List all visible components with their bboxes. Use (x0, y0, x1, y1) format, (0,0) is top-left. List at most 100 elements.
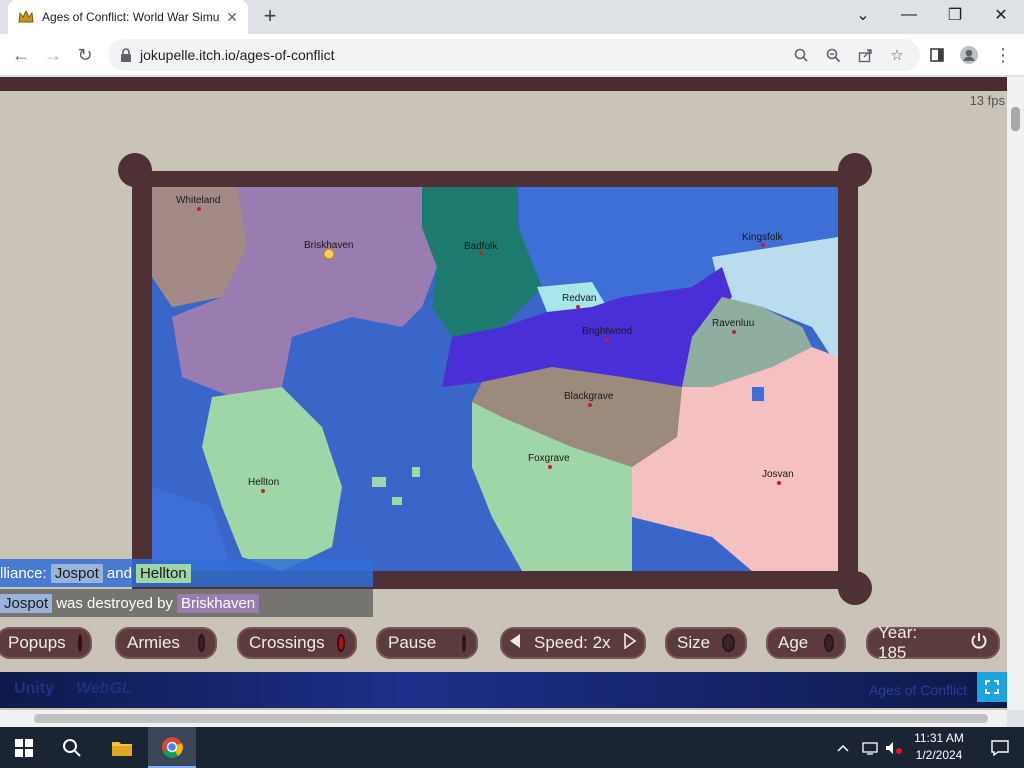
clock-date: 1/2/2024 (915, 748, 963, 762)
age-toggle[interactable]: Age (766, 627, 846, 659)
network-icon[interactable] (858, 727, 882, 768)
popups-indicator (77, 634, 82, 652)
armies-toggle[interactable]: Armies (115, 627, 217, 659)
speed-label: Speed: 2x (534, 633, 611, 652)
crown-icon (18, 9, 34, 25)
chrome-taskbar-icon[interactable] (148, 727, 196, 768)
browser-toolbar: ← → ↻ jokupelle.itch.io/ages-of-conflict… (0, 34, 1024, 76)
webgl-logo: WebGL (76, 680, 132, 697)
city-dot[interactable] (197, 207, 201, 211)
crossings-toggle[interactable]: Crossings (237, 627, 357, 659)
back-button[interactable]: ← (8, 42, 34, 68)
city-label: Whiteland (176, 195, 220, 206)
island (372, 477, 386, 487)
size-label: Size (677, 633, 711, 652)
speed-increase-icon[interactable] (623, 631, 637, 654)
pause-indicator (462, 634, 467, 652)
frame-knob-tl (118, 153, 152, 187)
city-dot[interactable] (605, 338, 609, 342)
city-label: Ravenluu (712, 318, 754, 329)
city-label: Badfolk (464, 241, 498, 252)
city-label: Blackgrave (564, 391, 614, 402)
url-text: jokupelle.itch.io/ages-of-conflict (140, 47, 335, 63)
file-explorer-icon[interactable] (98, 727, 146, 768)
nation-tag[interactable]: Briskhaven (176, 593, 260, 613)
world-map[interactable]: Whiteland Briskhaven Badfolk Kingsfolk R… (152, 187, 838, 571)
restore-button[interactable]: ❐ (932, 0, 978, 30)
vertical-scrollbar[interactable] (1007, 77, 1024, 710)
speed-decrease-icon[interactable] (508, 633, 522, 654)
nation-tag[interactable]: Jospot (0, 593, 53, 613)
city-dot[interactable] (588, 403, 592, 407)
unity-footer: Unity WebGL Ages of Conflict (0, 672, 1007, 708)
browser-tab[interactable]: Ages of Conflict: World War Simu ✕ (8, 0, 248, 34)
tab-title: Ages of Conflict: World War Simu (42, 10, 220, 24)
map-svg[interactable]: Whiteland Briskhaven Badfolk Kingsfolk R… (152, 187, 838, 571)
frame-left (132, 171, 152, 589)
nation-tag[interactable]: Jospot (50, 563, 103, 583)
age-label: Age (778, 633, 809, 652)
profile-avatar[interactable] (956, 42, 982, 68)
clock-time: 11:31 AM (914, 731, 964, 745)
minimize-button[interactable]: — (886, 0, 932, 30)
notifications-icon[interactable] (976, 727, 1024, 768)
size-toggle[interactable]: Size (665, 627, 747, 659)
popups-toggle[interactable]: Popups (0, 627, 92, 659)
tab-search-icon[interactable]: ⌄ (840, 0, 886, 30)
game-name-footer: Ages of Conflict (868, 682, 967, 698)
search-taskbar-icon[interactable] (48, 727, 96, 768)
unity-logo: Unity (14, 680, 54, 697)
windows-taskbar: 11:31 AM 1/2/2024 (0, 727, 1024, 768)
city-label: Redvan (562, 293, 596, 304)
map-frame: Whiteland Briskhaven Badfolk Kingsfolk R… (118, 153, 872, 605)
game-canvas[interactable]: 13 fps Whiteland Briskhaven Badfolk King… (0, 77, 1007, 710)
pause-toggle[interactable]: Pause (376, 627, 478, 659)
city-label: Brightwood (582, 326, 632, 337)
lake (752, 387, 764, 401)
side-panel-icon[interactable] (924, 42, 950, 68)
fullscreen-icon[interactable] (977, 672, 1007, 702)
city-dot[interactable] (761, 243, 765, 247)
frame-right (838, 171, 858, 589)
armies-label: Armies (127, 633, 180, 652)
vertical-scroll-thumb[interactable] (1011, 107, 1020, 131)
city-dot[interactable] (261, 489, 265, 493)
search-icon[interactable] (788, 42, 814, 68)
forward-button[interactable]: → (40, 42, 66, 68)
size-indicator (722, 634, 735, 652)
horizontal-scroll-thumb[interactable] (34, 714, 988, 723)
system-clock[interactable]: 11:31 AM 1/2/2024 (906, 730, 972, 764)
close-window-button[interactable]: ✕ (978, 0, 1024, 30)
destroyed-text: was destroyed by (56, 594, 173, 612)
horizontal-scrollbar[interactable] (0, 710, 1007, 727)
volume-muted-icon[interactable] (882, 727, 906, 768)
start-button[interactable] (0, 727, 48, 768)
island (412, 467, 420, 477)
new-tab-button[interactable]: + (258, 4, 282, 28)
city-label: Foxgrave (528, 453, 570, 464)
pause-label: Pause (388, 633, 437, 652)
reload-button[interactable]: ↻ (72, 42, 98, 68)
share-icon[interactable] (852, 42, 878, 68)
city-dot[interactable] (777, 481, 781, 485)
city-dot[interactable] (548, 465, 552, 469)
alliance-message: lliance: Jospot and Hellton (0, 559, 373, 587)
alliance-prefix: lliance: (0, 564, 47, 582)
speed-control: Speed: 2x (500, 627, 646, 659)
bookmark-star-icon[interactable]: ☆ (884, 42, 910, 68)
city-dot[interactable] (732, 330, 736, 334)
zoom-out-icon[interactable] (820, 42, 846, 68)
nation-tag[interactable]: Hellton (135, 563, 191, 583)
popups-label: Popups (8, 633, 66, 652)
city-dot[interactable] (576, 305, 580, 309)
tray-chevron-icon[interactable] (832, 727, 854, 768)
crossings-indicator (336, 634, 345, 652)
power-icon[interactable] (970, 632, 988, 655)
menu-kebab-icon[interactable]: ⋮ (990, 42, 1016, 68)
close-tab-icon[interactable]: ✕ (226, 9, 238, 26)
frame-knob-br (838, 571, 872, 605)
alliance-and: and (106, 564, 132, 582)
year-label: Year: 185 (878, 623, 918, 662)
year-display: Year: 185 (866, 623, 1000, 662)
tab-strip: Ages of Conflict: World War Simu ✕ + ⌄ —… (0, 0, 1024, 34)
